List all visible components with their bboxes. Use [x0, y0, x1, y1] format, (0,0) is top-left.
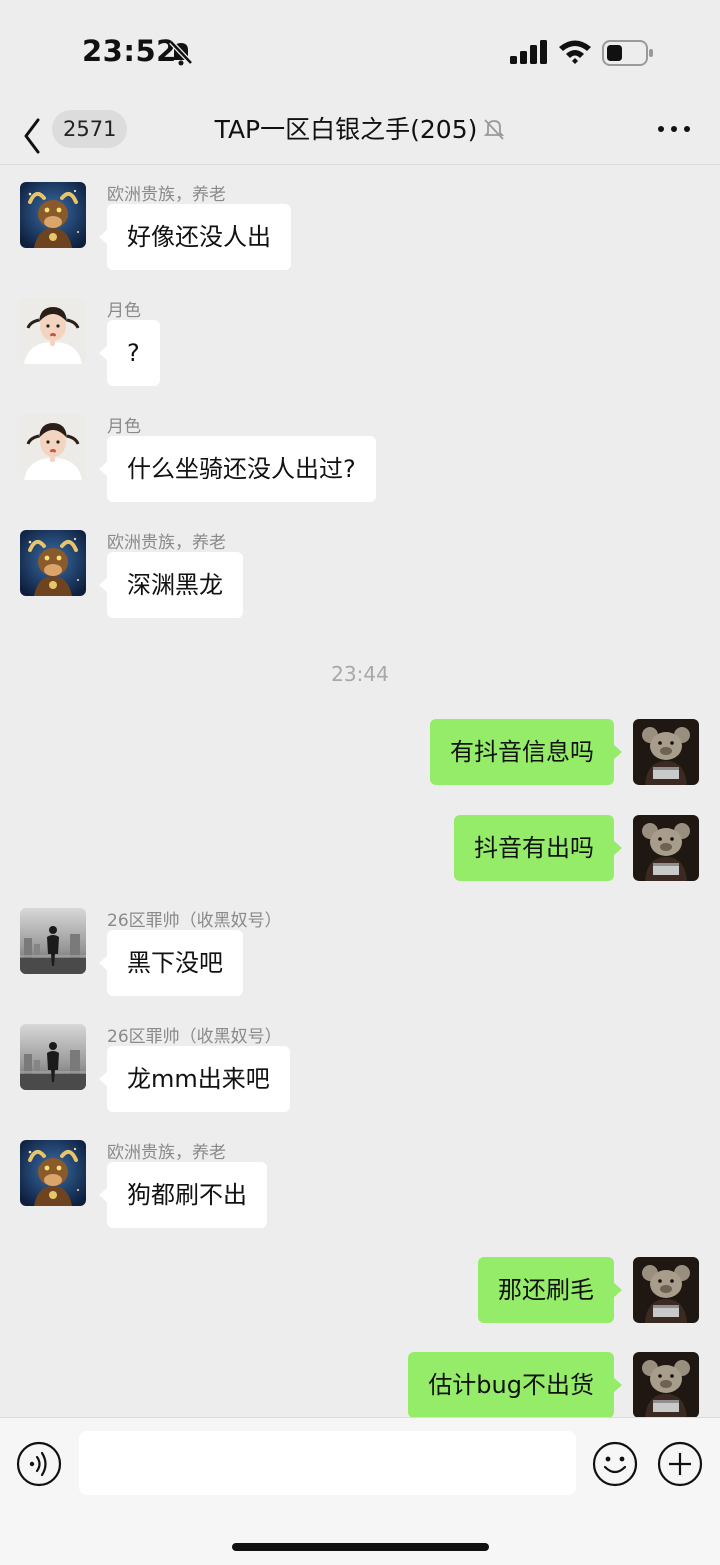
cellular-signal-icon — [510, 40, 548, 68]
sender-name: 月色 — [107, 301, 141, 321]
avatar[interactable] — [20, 414, 86, 480]
bell-slash-icon — [483, 113, 505, 153]
avatar[interactable] — [20, 530, 86, 596]
message-bubble[interactable]: 狗都刷不出 — [99, 1162, 267, 1228]
message-bubble[interactable]: 抖音有出吗 — [454, 815, 622, 881]
sender-name: 26区罪帅（收黑奴号） — [107, 911, 282, 931]
bell-slash-icon — [168, 38, 194, 66]
chat-title-text: TAP一区白银之手(205) — [214, 115, 478, 144]
avatar[interactable] — [633, 1257, 699, 1323]
sender-name: 月色 — [107, 417, 141, 437]
chat-title: TAP一区白银之手(205) — [0, 110, 720, 153]
message-bubble[interactable]: 什么坐骑还没人出过? — [99, 436, 376, 502]
sender-name: 欧洲贵族，养老 — [107, 185, 226, 205]
sender-name: 26区罪帅（收黑奴号） — [107, 1027, 282, 1047]
chat-header: 2571 TAP一区白银之手(205) — [0, 100, 720, 165]
input-bar — [0, 1417, 720, 1565]
avatar[interactable] — [20, 908, 86, 974]
battery-icon — [602, 40, 654, 70]
more-dots-icon[interactable] — [652, 114, 698, 144]
avatar[interactable] — [20, 1024, 86, 1090]
avatar[interactable] — [633, 815, 699, 881]
message-bubble[interactable]: 估计bug不出货 — [408, 1352, 622, 1418]
message-bubble[interactable]: 黑下没吧 — [99, 930, 243, 996]
status-time: 23:52 — [82, 34, 177, 68]
message-input[interactable] — [79, 1431, 576, 1495]
status-bar: 23:52 — [0, 0, 720, 100]
avatar[interactable] — [20, 182, 86, 248]
avatar[interactable] — [20, 1140, 86, 1206]
message-bubble[interactable]: 好像还没人出 — [99, 204, 291, 270]
message-bubble[interactable]: 深渊黑龙 — [99, 552, 243, 618]
message-bubble[interactable]: 龙mm出来吧 — [99, 1046, 290, 1112]
avatar[interactable] — [633, 1352, 699, 1418]
emoji-icon[interactable] — [592, 1441, 638, 1487]
plus-icon[interactable] — [657, 1441, 703, 1487]
sender-name: 欧洲贵族，养老 — [107, 533, 226, 553]
sender-name: 欧洲贵族，养老 — [107, 1143, 226, 1163]
avatar[interactable] — [633, 719, 699, 785]
message-bubble[interactable]: 那还刷毛 — [478, 1257, 622, 1323]
time-divider: 23:44 — [331, 662, 389, 686]
voice-icon[interactable] — [16, 1441, 62, 1487]
message-bubble[interactable]: 有抖音信息吗 — [430, 719, 622, 785]
avatar[interactable] — [20, 298, 86, 364]
home-indicator — [232, 1543, 489, 1551]
message-bubble[interactable]: ? — [99, 320, 160, 386]
wifi-icon — [558, 38, 592, 68]
